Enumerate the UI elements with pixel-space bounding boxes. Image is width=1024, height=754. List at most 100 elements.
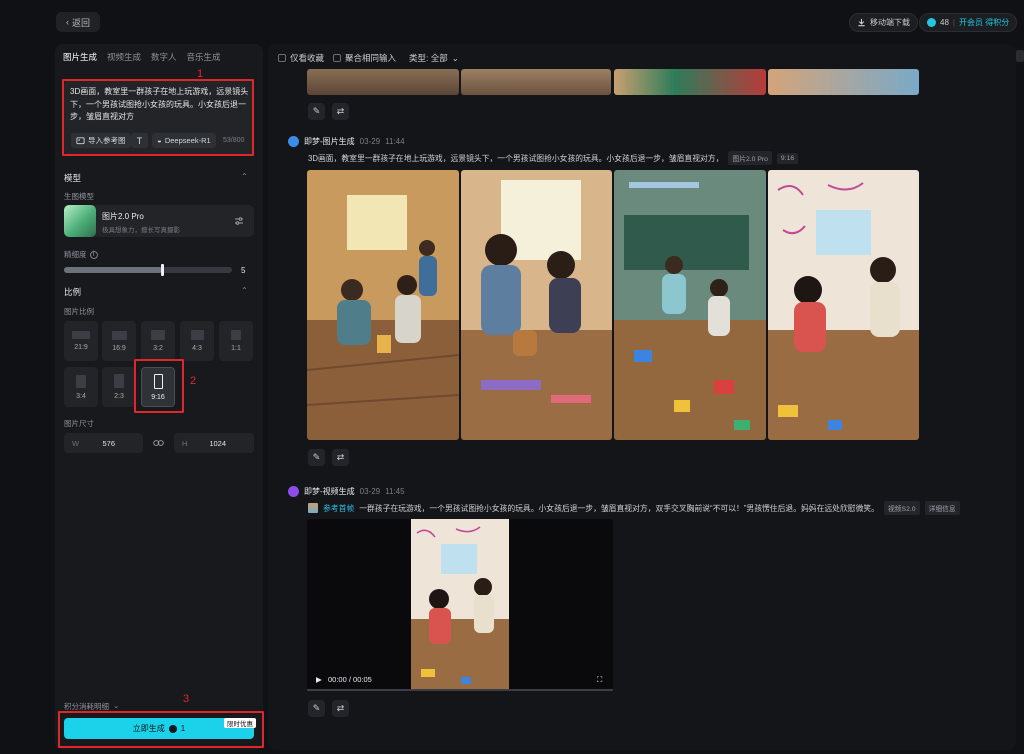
ratio-shape-icon	[231, 330, 241, 340]
favorites-label: 仅看收藏	[290, 53, 325, 63]
refresh-icon: ⇄	[336, 452, 345, 462]
result-image-1[interactable]	[307, 170, 459, 440]
filter-aggregate[interactable]: 聚合相同输入	[333, 52, 396, 64]
model-tag: 图片2.0 Pro	[728, 151, 772, 165]
reference-frame-thumbnail[interactable]	[308, 503, 318, 513]
ratio-label: 21:9	[74, 344, 88, 351]
points-coin-icon	[927, 18, 936, 27]
pencil-icon: ✎	[312, 703, 321, 713]
ratio-section-title: 比例	[64, 287, 82, 297]
model-desc: 极具想象力，擅长写真摄影	[102, 227, 180, 234]
reference-frame-label[interactable]: 参考首帧	[323, 503, 354, 514]
feed-date: 03-29	[359, 487, 381, 496]
classroom-scene-2	[461, 170, 612, 440]
video-frame	[411, 519, 509, 691]
feed-time: 11:44	[385, 137, 405, 146]
info-icon[interactable]: i	[89, 250, 98, 259]
ratio-option-1-1[interactable]: 1:1	[219, 321, 253, 361]
result-image-2[interactable]	[461, 170, 612, 440]
regenerate-button[interactable]: ⇄	[332, 700, 349, 717]
ratio-shape-icon	[114, 374, 124, 388]
caption-text: 3D画面，教室里一群孩子在地上玩游戏，远景镜头下，一个男孩试图抢小女孩的玩具。小…	[308, 153, 724, 163]
aggregate-label: 聚合相同输入	[345, 53, 397, 63]
annotation-box-1	[62, 79, 254, 156]
regenerate-button[interactable]: ⇄	[332, 103, 349, 120]
edit-button[interactable]: ✎	[308, 449, 325, 466]
video-scene	[411, 519, 509, 691]
tab-music-generation[interactable]: 音乐生成	[187, 51, 221, 63]
regenerate-button[interactable]: ⇄	[332, 449, 349, 466]
result-image-4[interactable]	[768, 170, 919, 440]
ratio-option-4-3[interactable]: 4:3	[180, 321, 214, 361]
details-tag[interactable]: 详细信息	[924, 501, 960, 515]
mobile-download-button[interactable]: 移动端下载	[849, 13, 918, 32]
precision-label: 精细度	[64, 250, 87, 259]
classroom-scene-3	[614, 170, 766, 440]
ratio-option-2-3[interactable]: 2:3	[102, 367, 136, 407]
points-value: 48	[940, 18, 949, 27]
filter-favorites[interactable]: 仅看收藏	[278, 52, 324, 64]
ratio-option-3-4[interactable]: 3:4	[64, 367, 98, 407]
prev-result-image-2[interactable]	[461, 69, 611, 95]
annotation-label-3: 3	[183, 693, 190, 705]
filter-type-dropdown[interactable]: 类型: 全部 ⌄	[409, 52, 459, 64]
pencil-icon: ✎	[312, 452, 321, 462]
ratio-option-16-9[interactable]: 16:9	[102, 321, 136, 361]
gen-model-label: 生图模型	[64, 192, 94, 201]
feed-item-header: 即梦-视频生成 03-29 11:45	[288, 486, 405, 497]
prev-result-image-1[interactable]	[307, 69, 459, 95]
result-image-3[interactable]	[614, 170, 766, 440]
feed-time: 11:45	[385, 487, 405, 496]
edit-button[interactable]: ✎	[308, 700, 325, 717]
tab-image-generation[interactable]: 图片生成	[63, 51, 97, 63]
ratio-label: 1:1	[231, 345, 241, 352]
ratio-shape-icon	[190, 330, 204, 340]
back-button[interactable]: ‹ 返回	[56, 12, 100, 32]
precision-slider-fill	[64, 267, 162, 273]
tab-video-generation[interactable]: 视频生成	[107, 51, 141, 63]
width-input[interactable]: W 576	[64, 433, 143, 453]
annotation-label-1: 1	[197, 68, 204, 80]
settings-sliders-icon[interactable]	[234, 216, 244, 226]
chevron-left-icon: ‹	[65, 17, 69, 27]
type-label: 类型: 全部	[409, 53, 448, 63]
ratio-shape-icon	[111, 330, 127, 340]
annotation-box-3	[58, 711, 264, 748]
precision-slider-thumb[interactable]	[161, 264, 164, 276]
pencil-icon: ✎	[312, 106, 321, 116]
points-vip-button[interactable]: 48 | 开会员 得积分	[919, 13, 1018, 32]
fullscreen-icon[interactable]: ⛶	[597, 675, 602, 685]
width-prefix: W	[72, 438, 80, 448]
prev-result-image-4[interactable]	[768, 69, 919, 95]
edit-button[interactable]: ✎	[308, 103, 325, 120]
aggregate-checkbox[interactable]	[333, 54, 341, 62]
refresh-icon: ⇄	[336, 106, 345, 116]
ratio-label: 16:9	[112, 344, 126, 352]
video-gen-avatar-icon	[288, 486, 299, 497]
collapse-model-icon[interactable]: ⌃	[241, 172, 248, 181]
collapse-ratio-icon[interactable]: ⌃	[241, 286, 248, 295]
image-gen-avatar-icon	[288, 136, 299, 147]
collapse-handle[interactable]	[1016, 50, 1024, 62]
tab-digital-human[interactable]: 数字人	[151, 51, 177, 63]
favorites-checkbox[interactable]	[278, 54, 286, 62]
play-icon[interactable]: ▶	[316, 675, 322, 684]
ratio-shape-icon	[72, 331, 90, 339]
annotation-label-2: 2	[190, 375, 197, 387]
link-icon[interactable]	[153, 438, 164, 448]
feed-item-header: 即梦-图片生成 03-29 11:44	[288, 136, 405, 147]
ratio-option-3-2[interactable]: 3:2	[141, 321, 175, 361]
width-value: 576	[102, 438, 115, 448]
precision-value: 5	[241, 266, 246, 275]
ratio-label: 3:4	[76, 392, 86, 400]
ratio-option-21-9[interactable]: 21:9	[64, 321, 98, 361]
video-progress-track[interactable]	[307, 689, 613, 691]
ratio-label: 2:3	[114, 393, 124, 400]
ratio-subtitle: 图片比例	[64, 307, 94, 316]
prev-result-image-3[interactable]	[614, 69, 766, 95]
height-input[interactable]: H 1024	[174, 433, 254, 453]
model-name: 图片2.0 Pro	[102, 212, 144, 221]
video-time: 00:00 / 00:05	[328, 675, 372, 684]
mode-tabs: 图片生成 视频生成 数字人 音乐生成	[63, 51, 221, 63]
download-label: 移动端下载	[870, 18, 910, 27]
